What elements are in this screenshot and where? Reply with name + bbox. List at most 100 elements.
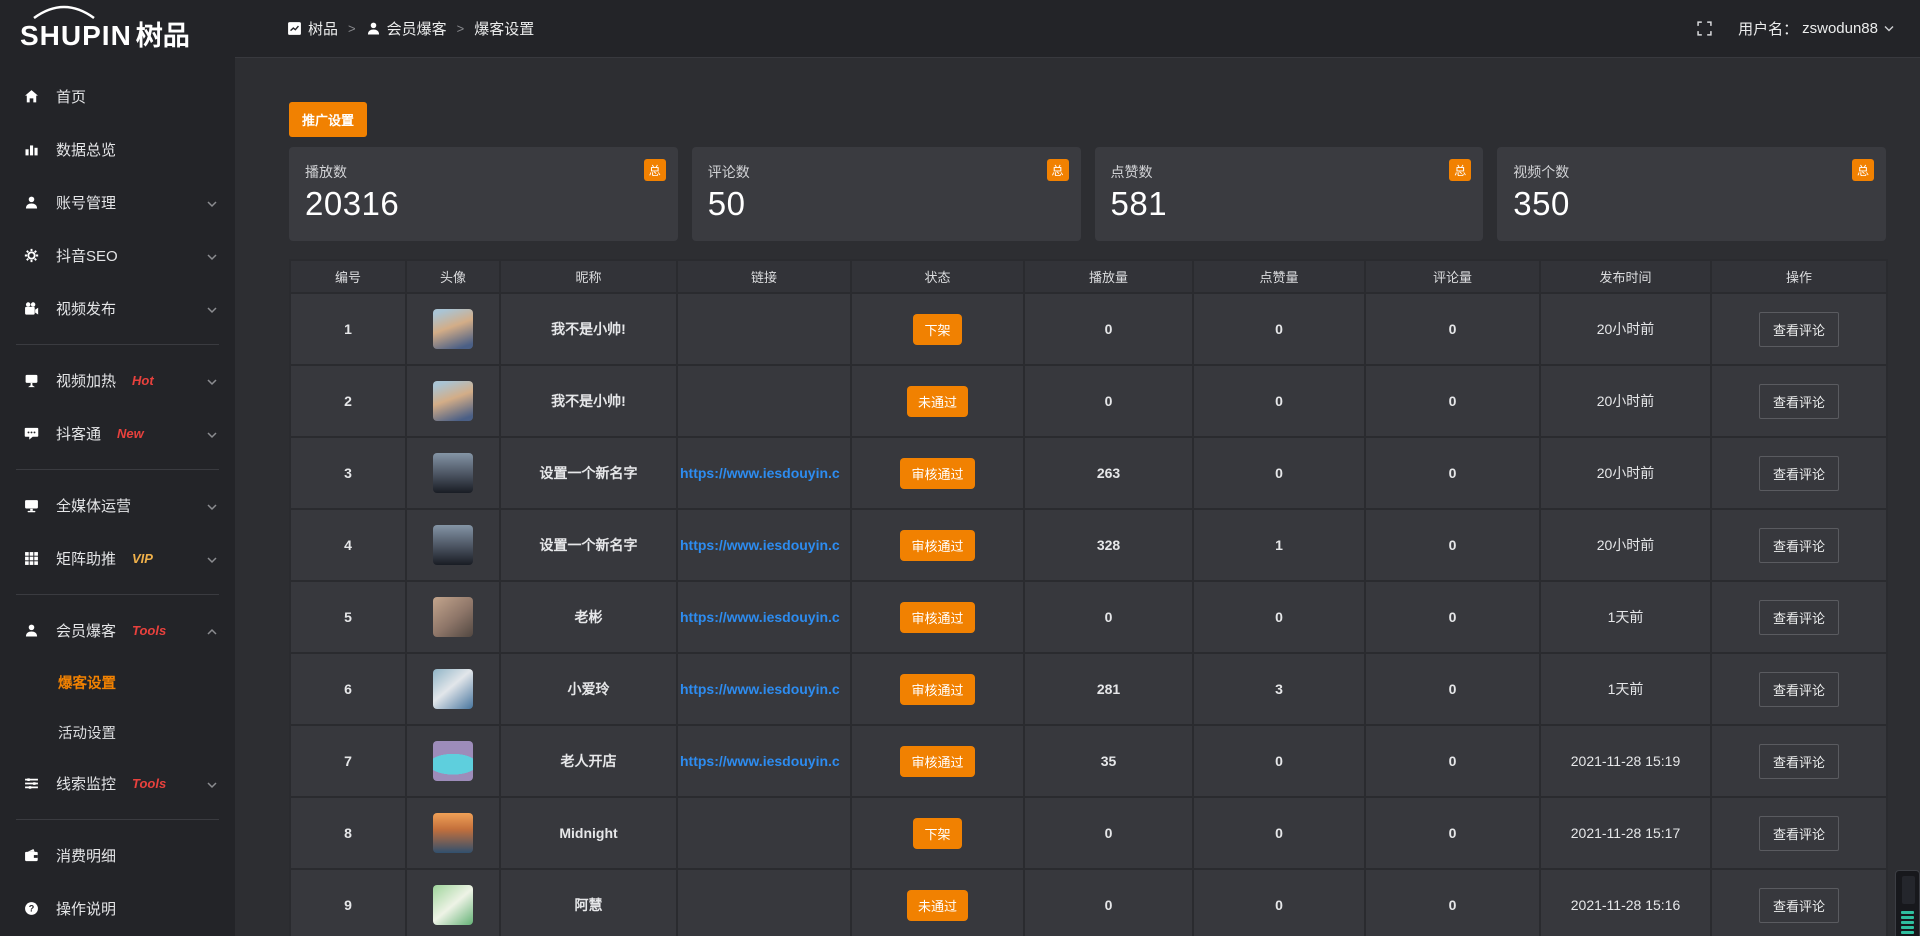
- chevron-down-icon: [207, 372, 217, 389]
- status-badge[interactable]: 下架: [913, 314, 961, 345]
- sidebar-item-label: 账号管理: [56, 192, 116, 213]
- cell-comments: 0: [1365, 293, 1540, 365]
- cell-plays: 0: [1024, 797, 1193, 869]
- floating-helper-widget[interactable]: [1895, 870, 1920, 936]
- sidebar-item-tag: Tools: [132, 623, 166, 638]
- table-row: 3设置一个新名字https://www.iesdouyin.c审核通过26300…: [290, 437, 1887, 509]
- view-comments-button[interactable]: 查看评论: [1759, 528, 1839, 563]
- status-badge[interactable]: 未通过: [907, 386, 968, 417]
- cell-id: 9: [290, 869, 406, 936]
- sliders-icon: [24, 776, 40, 791]
- cell-id: 4: [290, 509, 406, 581]
- col-publish-time: 发布时间: [1540, 260, 1711, 293]
- sidebar-item-label: 抖音SEO: [56, 245, 118, 266]
- status-badge[interactable]: 审核通过: [900, 674, 974, 705]
- cell-id: 2: [290, 365, 406, 437]
- breadcrumb-item-home[interactable]: 树品: [287, 18, 338, 39]
- breadcrumb-label: 树品: [308, 18, 338, 39]
- view-comments-button[interactable]: 查看评论: [1759, 384, 1839, 419]
- cell-id: 6: [290, 653, 406, 725]
- cell-plays: 0: [1024, 365, 1193, 437]
- status-badge[interactable]: 审核通过: [900, 746, 974, 777]
- stat-total-badge: 总: [1449, 159, 1471, 181]
- sidebar-item-douyin-seo[interactable]: 抖音SEO: [0, 229, 235, 282]
- sidebar-item-matrix-boost[interactable]: 矩阵助推VIP: [0, 532, 235, 585]
- view-comments-button[interactable]: 查看评论: [1759, 456, 1839, 491]
- logo-text-cn: 树品: [136, 23, 190, 50]
- view-comments-button[interactable]: 查看评论: [1759, 744, 1839, 779]
- sidebar-item-clue-monitor[interactable]: 线索监控Tools: [0, 757, 235, 810]
- cell-publish-time: 20小时前: [1540, 437, 1711, 509]
- username-label: 用户名：: [1738, 18, 1798, 39]
- logo-text-en: SHUPIN: [20, 22, 132, 50]
- videos-table: 编号 头像 昵称 链接 状态 播放量 点赞量 评论量 发布时间 操作 1我不是小: [289, 259, 1888, 936]
- user-menu[interactable]: 用户名：zswodun88: [1738, 18, 1894, 39]
- avatar: [433, 381, 473, 421]
- cell-nickname: 老人开店: [500, 725, 677, 797]
- sidebar-item-video-heat[interactable]: 视频加热Hot: [0, 354, 235, 407]
- view-comments-button[interactable]: 查看评论: [1759, 672, 1839, 707]
- video-link[interactable]: https://www.iesdouyin.c: [678, 681, 850, 697]
- table-row: 9阿慧未通过0002021-11-28 15:16查看评论: [290, 869, 1887, 936]
- breadcrumb-separator: >: [348, 21, 356, 36]
- fullscreen-icon[interactable]: [1697, 21, 1712, 36]
- cell-publish-time: 2021-11-28 15:17: [1540, 797, 1711, 869]
- cell-likes: 0: [1193, 293, 1365, 365]
- cell-nickname: 设置一个新名字: [500, 509, 677, 581]
- cell-publish-time: 2021-11-28 15:16: [1540, 869, 1711, 936]
- sidebar-item-all-media[interactable]: 全媒体运营: [0, 479, 235, 532]
- sidebar-item-video-publish[interactable]: 视频发布: [0, 282, 235, 335]
- cell-comments: 0: [1365, 653, 1540, 725]
- username-value: zswodun88: [1802, 20, 1878, 37]
- breadcrumb-item-current: 爆客设置: [474, 18, 534, 39]
- sidebar-item-tag: Tools: [132, 776, 166, 791]
- cell-publish-time: 20小时前: [1540, 365, 1711, 437]
- sidebar-item-member-baoke[interactable]: 会员爆客 Tools: [0, 604, 235, 657]
- video-link[interactable]: https://www.iesdouyin.c: [678, 753, 850, 769]
- status-badge[interactable]: 审核通过: [900, 530, 974, 561]
- status-badge[interactable]: 未通过: [907, 890, 968, 921]
- sidebar-item-consume-detail[interactable]: 消费明细: [0, 829, 235, 882]
- stat-card: 播放数20316总: [289, 147, 678, 241]
- video-link[interactable]: https://www.iesdouyin.c: [678, 537, 850, 553]
- chevron-down-icon: [1884, 25, 1894, 32]
- breadcrumb-separator: >: [457, 21, 465, 36]
- stat-value: 350: [1513, 185, 1870, 223]
- sidebar-item-label: 会员爆客: [56, 620, 116, 641]
- topbar: 树品 > 会员爆客 > 爆客设置 用户名：z: [235, 0, 1920, 58]
- sidebar-subitem[interactable]: 活动设置: [0, 707, 235, 757]
- sidebar-item-data-overview[interactable]: 数据总览: [0, 123, 235, 176]
- promo-settings-button[interactable]: 推广设置: [289, 102, 367, 137]
- sidebar-subitem[interactable]: 爆客设置: [0, 657, 235, 707]
- avatar: [433, 525, 473, 565]
- breadcrumb-item-member[interactable]: 会员爆客: [366, 18, 447, 39]
- cell-likes: 0: [1193, 797, 1365, 869]
- view-comments-button[interactable]: 查看评论: [1759, 600, 1839, 635]
- sidebar-item-account-manage[interactable]: 账号管理: [0, 176, 235, 229]
- sidebar-item-instructions[interactable]: ?操作说明: [0, 882, 235, 935]
- cell-comments: 0: [1365, 869, 1540, 936]
- user-icon: [24, 195, 40, 210]
- view-comments-button[interactable]: 查看评论: [1759, 816, 1839, 851]
- cell-id: 5: [290, 581, 406, 653]
- app-logo[interactable]: SHUPIN 树品: [0, 0, 235, 58]
- cell-nickname: 我不是小帅!: [500, 293, 677, 365]
- sidebar-item-douketong[interactable]: 抖客通New: [0, 407, 235, 460]
- status-badge[interactable]: 审核通过: [900, 602, 974, 633]
- sidebar-item-tag: Hot: [132, 373, 154, 388]
- avatar: [433, 669, 473, 709]
- sidebar-item-home[interactable]: 首页: [0, 70, 235, 123]
- cell-publish-time: 1天前: [1540, 581, 1711, 653]
- view-comments-button[interactable]: 查看评论: [1759, 888, 1839, 923]
- video-link[interactable]: https://www.iesdouyin.c: [678, 465, 850, 481]
- status-badge[interactable]: 审核通过: [900, 458, 974, 489]
- cell-plays: 263: [1024, 437, 1193, 509]
- status-badge[interactable]: 下架: [913, 818, 961, 849]
- stat-total-badge: 总: [1852, 159, 1874, 181]
- table-row: 7老人开店https://www.iesdouyin.c审核通过35002021…: [290, 725, 1887, 797]
- cell-nickname: 小爱玲: [500, 653, 677, 725]
- cell-likes: 0: [1193, 581, 1365, 653]
- sidebar-item-label: 矩阵助推: [56, 548, 116, 569]
- video-link[interactable]: https://www.iesdouyin.c: [678, 609, 850, 625]
- view-comments-button[interactable]: 查看评论: [1759, 312, 1839, 347]
